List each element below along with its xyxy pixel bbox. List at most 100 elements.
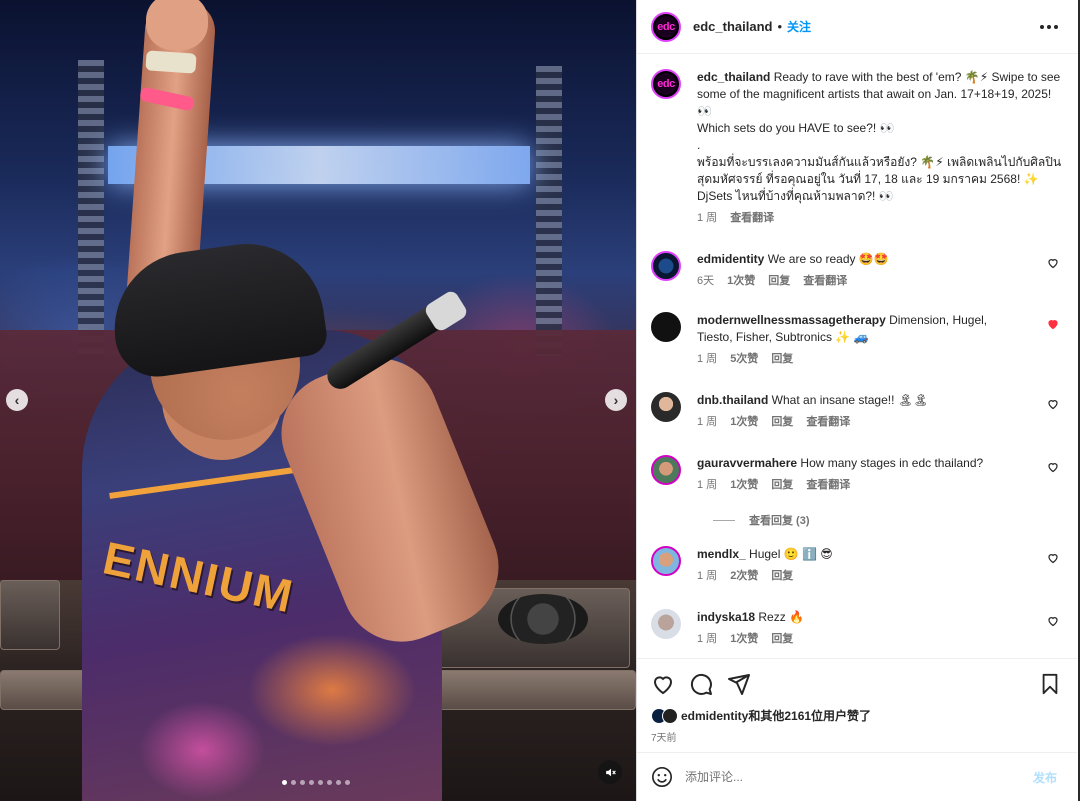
wristband xyxy=(145,50,197,74)
comment-reply-button[interactable]: 回复 xyxy=(771,414,793,431)
comment-time: 1 周 xyxy=(697,416,718,428)
header-separator: • xyxy=(777,19,783,34)
comment-body: Hugel 🙂 ℹ️ 😎 xyxy=(749,547,833,561)
comment-body: Rezz 🔥 xyxy=(758,610,805,624)
commenter-avatar[interactable] xyxy=(651,392,681,422)
carousel-dot xyxy=(336,780,341,785)
comment-time: 1 周 xyxy=(697,353,718,365)
commenter-avatar[interactable] xyxy=(651,546,681,576)
speaker-muted-icon xyxy=(605,768,616,776)
stage-truss-left xyxy=(78,60,104,360)
edc-logo: edc xyxy=(657,20,675,33)
view-replies-link[interactable]: 查看回复 (3) xyxy=(713,512,1063,528)
liker-avatar xyxy=(662,707,678,724)
edc-avatar[interactable]: edc xyxy=(651,11,681,42)
view-replies-text[interactable]: 查看回复 (3) xyxy=(749,512,810,528)
replies-line xyxy=(713,519,735,521)
header-username[interactable]: edc_thailand xyxy=(693,19,772,34)
commenter-avatar[interactable] xyxy=(651,609,681,639)
action-icons xyxy=(651,671,1063,697)
comment-translate-link[interactable]: 查看翻译 xyxy=(806,414,850,431)
comment-likes[interactable]: 5次赞 xyxy=(730,351,758,368)
post-time: 7天前 xyxy=(651,733,677,744)
carousel-prev-button[interactable]: ‹ xyxy=(6,389,28,411)
add-comment-bar: 发布 xyxy=(637,752,1077,801)
comment-body: How many stages in edc thailand? xyxy=(800,456,984,470)
carousel-dots xyxy=(282,780,350,785)
comment-translate-link[interactable]: 查看翻译 xyxy=(806,477,850,494)
comment-time: 1 周 xyxy=(697,479,718,491)
comment-reply-button[interactable]: 回复 xyxy=(771,351,793,368)
comment-username[interactable]: modernwellnessmassagetherapy xyxy=(697,313,886,327)
comment-input[interactable] xyxy=(685,770,1033,784)
comment-row: modernwellnessmassagetherapy Dimension, … xyxy=(651,312,1063,368)
comment-like-heart-icon[interactable] xyxy=(1047,318,1059,330)
caption-avatar[interactable]: edc xyxy=(651,69,681,99)
commenter-avatar[interactable] xyxy=(651,312,681,342)
comment-username[interactable]: mendlx_ xyxy=(697,547,746,561)
likes-summary[interactable]: edmidentity和其他2161位用户赞了 xyxy=(651,707,1063,724)
comment-likes[interactable]: 1次赞 xyxy=(730,631,758,648)
post-actions: edmidentity和其他2161位用户赞了 7天前 xyxy=(637,658,1077,744)
post-media[interactable]: ENNIUM ‹ › xyxy=(0,0,636,801)
comments-section[interactable]: edc edc_thailand Ready to rave with the … xyxy=(637,55,1077,658)
comment-time: 1 周 xyxy=(697,570,718,582)
carousel-dot xyxy=(345,780,350,785)
comment-text: gauravvermahere How many stages in edc t… xyxy=(697,455,1017,494)
comment-meta: 1 周 1次赞 回复 查看翻译 xyxy=(697,477,1017,494)
comment-likes[interactable]: 1次赞 xyxy=(727,273,755,290)
comment-username[interactable]: dnb.thailand xyxy=(697,393,768,407)
comment-text: indyska18 Rezz 🔥 1 周 1次赞 回复 xyxy=(697,609,1017,648)
comment-like-heart-icon[interactable] xyxy=(1047,257,1059,269)
carousel-dot xyxy=(291,780,296,785)
comment-like-heart-icon[interactable] xyxy=(1047,552,1059,564)
comment-username[interactable]: edmidentity xyxy=(697,252,764,266)
follow-button[interactable]: 关注 xyxy=(787,18,811,35)
comment-text: dnb.thailand What an insane stage!! 🏝🏝 1… xyxy=(697,392,1017,431)
comment-row: indyska18 Rezz 🔥 1 周 1次赞 回复 xyxy=(651,609,1063,648)
commenter-avatar[interactable] xyxy=(651,455,681,485)
comment-row: dnb.thailand What an insane stage!! 🏝🏝 1… xyxy=(651,392,1063,431)
comment-reply-button[interactable]: 回复 xyxy=(771,477,793,494)
bookmark-icon[interactable] xyxy=(1039,673,1061,695)
comment-likes[interactable]: 1次赞 xyxy=(730,414,758,431)
comment-reply-button[interactable]: 回复 xyxy=(771,568,793,585)
comment-username[interactable]: indyska18 xyxy=(697,610,755,624)
comment-likes[interactable]: 2次赞 xyxy=(730,568,758,585)
comment-text: modernwellnessmassagetherapy Dimension, … xyxy=(697,312,1017,368)
comment-row: edmidentity We are so ready 🤩🤩 6天 1次赞 回复… xyxy=(651,251,1063,290)
caption-translate-link[interactable]: 查看翻译 xyxy=(730,210,774,227)
caption-time: 1 周 xyxy=(697,212,718,224)
comment-row: gauravvermahere How many stages in edc t… xyxy=(651,455,1063,494)
commenter-avatar[interactable] xyxy=(651,251,681,281)
carousel-dot xyxy=(309,780,314,785)
emoji-icon[interactable] xyxy=(651,766,673,788)
likes-text[interactable]: edmidentity和其他2161位用户赞了 xyxy=(681,707,871,724)
like-heart-icon[interactable] xyxy=(651,672,675,696)
comment-bubble-icon[interactable] xyxy=(689,672,713,696)
comment-username[interactable]: gauravvermahere xyxy=(697,456,797,470)
comment-meta: 6天 1次赞 回复 查看翻译 xyxy=(697,273,1017,290)
post-comment-button[interactable]: 发布 xyxy=(1033,769,1057,786)
comment-like-heart-icon[interactable] xyxy=(1047,461,1059,473)
comment-likes[interactable]: 1次赞 xyxy=(730,477,758,494)
carousel-next-button[interactable]: › xyxy=(605,389,627,411)
comment-list: edmidentity We are so ready 🤩🤩 6天 1次赞 回复… xyxy=(651,251,1063,648)
comment-reply-button[interactable]: 回复 xyxy=(768,273,790,290)
comment-like-heart-icon[interactable] xyxy=(1047,615,1059,627)
comment-translate-link[interactable]: 查看翻译 xyxy=(803,273,847,290)
post-header: edc edc_thailand • 关注 xyxy=(637,0,1078,54)
edc-logo: edc xyxy=(657,78,675,90)
post-caption: edc edc_thailand Ready to rave with the … xyxy=(651,69,1063,227)
share-plane-icon[interactable] xyxy=(727,672,751,696)
comment-like-heart-icon[interactable] xyxy=(1047,398,1059,410)
comment-reply-button[interactable]: 回复 xyxy=(771,631,793,648)
comment-meta: 1 周 1次赞 回复 查看翻译 xyxy=(697,414,1017,431)
caption-username[interactable]: edc_thailand xyxy=(697,70,770,84)
comment-meta: 1 周 1次赞 回复 xyxy=(697,631,1017,648)
mute-button[interactable] xyxy=(598,760,622,784)
comment-row: mendlx_ Hugel 🙂 ℹ️ 😎 1 周 2次赞 回复 xyxy=(651,546,1063,585)
more-options-icon[interactable] xyxy=(1040,24,1058,29)
caption-meta: 1 周 查看翻译 xyxy=(697,210,1063,227)
carousel-dot xyxy=(282,780,287,785)
